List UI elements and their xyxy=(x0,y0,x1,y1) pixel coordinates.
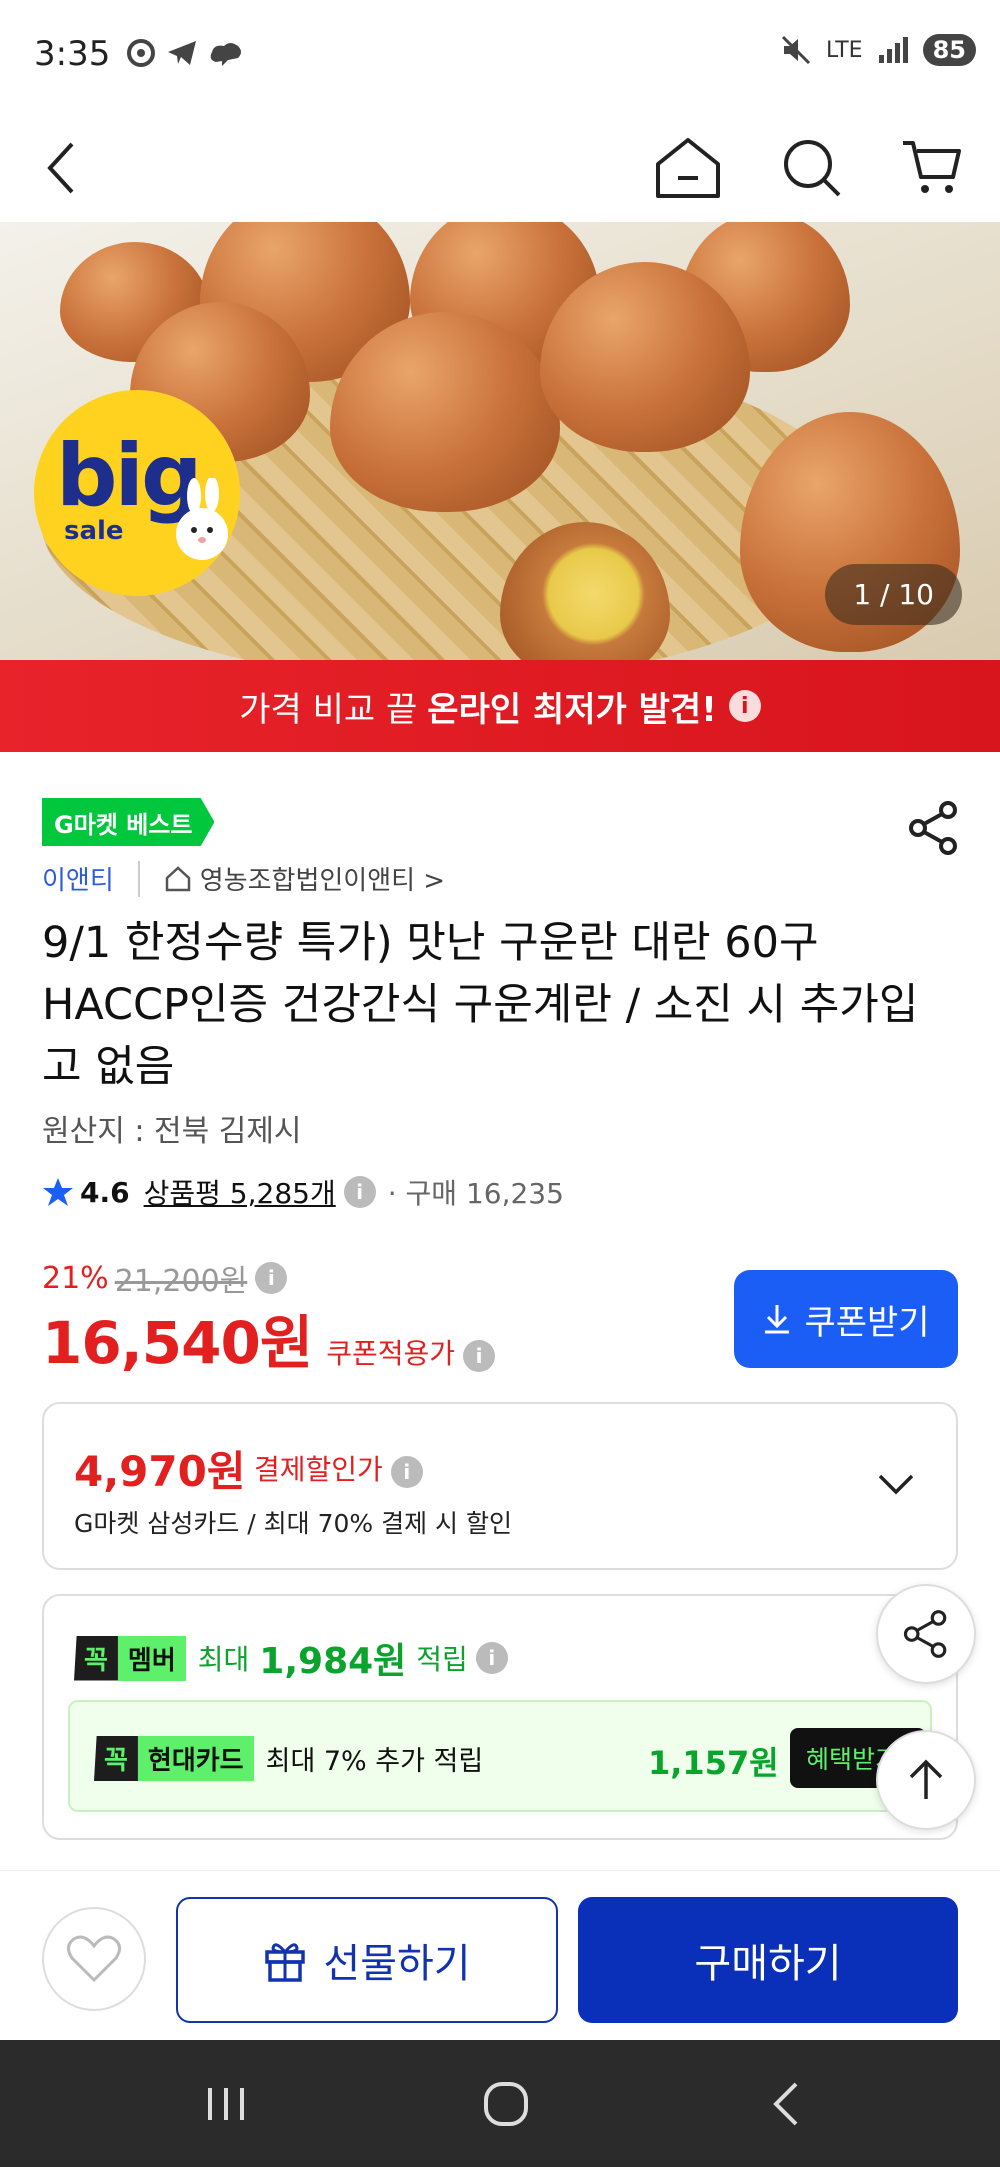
divider xyxy=(137,860,140,897)
card-kk-tag: 꼭 xyxy=(94,1736,138,1781)
big-sale-subtitle: sale xyxy=(64,516,124,546)
membership-box: 꼭 멤버 최대 1,984원 적립 i 꼭 현대카드 최대 7% 추가 적립 1… xyxy=(42,1594,958,1840)
home-icon xyxy=(656,138,720,198)
payment-discount-box[interactable]: 4,970원 결제할인가 i G마켓 삼성카드 / 최대 70% 결제 시 할인 xyxy=(42,1402,958,1570)
status-right: LTE 85 xyxy=(780,34,976,66)
coupon-button[interactable]: 쿠폰받기 xyxy=(734,1270,958,1368)
scroll-top-button[interactable] xyxy=(876,1730,976,1830)
discount-percent: 21% xyxy=(42,1260,109,1296)
payment-discount-price: 4,970원 xyxy=(74,1447,246,1496)
membership-suffix: 적립 xyxy=(416,1643,468,1676)
payment-info-icon[interactable]: i xyxy=(390,1456,423,1488)
image-counter: 1 / 10 xyxy=(825,564,962,625)
product-image-carousel[interactable]: big sale 1 / 10 xyxy=(0,222,1000,660)
search-button[interactable] xyxy=(774,130,850,206)
home-button[interactable] xyxy=(650,130,726,206)
arrow-up-icon xyxy=(909,1759,943,1799)
system-nav-bar xyxy=(0,2040,1000,2167)
rating-row: 4.6 상품평 5,285개 i · 구매 16,235 xyxy=(42,1172,564,1212)
coupon-price-info-icon[interactable]: i xyxy=(463,1340,495,1372)
card-name-tag: 현대카드 xyxy=(137,1736,254,1781)
shop-home-icon xyxy=(165,865,191,891)
back-icon xyxy=(47,142,74,194)
cloud-icon xyxy=(210,43,241,66)
purchase-count: · 구매 16,235 xyxy=(387,1177,564,1210)
shop-link[interactable]: 영농조합법인이앤티 > xyxy=(164,860,445,897)
price-row: 16,540원 쿠폰적용가 i xyxy=(42,1296,495,1380)
share-button[interactable] xyxy=(906,800,962,856)
lowest-price-banner[interactable]: 가격 비교 끝 온라인 최저가 발견! i xyxy=(0,660,1000,752)
gift-button[interactable]: 선물하기 xyxy=(176,1897,558,2023)
chrome-icon xyxy=(127,39,155,67)
status-bar: 3:35 LTE 85 xyxy=(0,0,1000,112)
cart-icon xyxy=(903,141,961,193)
seller-name[interactable]: 이앤티 xyxy=(42,860,114,897)
battery-level: 85 xyxy=(922,34,976,66)
seller-row: 이앤티 영농조합법인이앤티 > xyxy=(42,860,445,897)
coupon-price-label: 쿠폰적용가 xyxy=(326,1337,455,1370)
back-button[interactable] xyxy=(24,130,100,206)
shop-name: 영농조합법인이앤티 > xyxy=(199,866,446,896)
search-icon xyxy=(784,140,841,197)
membership-prefix: 최대 xyxy=(197,1643,250,1676)
recent-apps-button[interactable] xyxy=(196,2074,256,2134)
kk-tag: 꼭 xyxy=(74,1635,118,1681)
top-nav xyxy=(0,112,1000,222)
membership-amount: 1,984원 xyxy=(259,1641,407,1682)
cart-button[interactable] xyxy=(894,130,970,206)
floating-share-button[interactable] xyxy=(876,1584,976,1684)
reviews-link[interactable]: 상품평 5,285개 xyxy=(144,1172,336,1212)
price-info-icon[interactable]: i xyxy=(255,1262,288,1294)
gift-icon xyxy=(265,1943,306,1982)
telegram-icon xyxy=(168,41,196,65)
hyundai-card-box: 꼭 현대카드 최대 7% 추가 적립 1,157원 혜택받기 xyxy=(68,1700,932,1812)
banner-text: 가격 비교 끝 xyxy=(239,689,418,730)
payment-discount-desc: G마켓 삼성카드 / 최대 70% 결제 시 할인 xyxy=(74,1509,512,1538)
download-icon xyxy=(765,1305,790,1334)
gift-button-label: 선물하기 xyxy=(323,1941,471,1987)
back-nav-button[interactable] xyxy=(756,2074,816,2134)
recent-apps-icon xyxy=(208,2088,244,2120)
home-circle-icon xyxy=(484,2082,528,2126)
notification-icons xyxy=(126,38,244,68)
card-desc: 최대 7% 추가 적립 xyxy=(265,1746,484,1777)
share-icon xyxy=(903,1610,947,1658)
discount-row: 21% 21,200원 i xyxy=(42,1256,288,1300)
membership-row: 꼭 멤버 최대 1,984원 적립 i xyxy=(74,1632,508,1684)
bunny-icon xyxy=(176,478,228,560)
product-origin: 원산지 : 전북 김제시 xyxy=(42,1114,302,1149)
buy-button[interactable]: 구매하기 xyxy=(578,1897,958,2023)
original-price: 21,200원 xyxy=(114,1264,248,1299)
banner-info-icon[interactable]: i xyxy=(728,690,761,722)
home-nav-button[interactable] xyxy=(476,2074,536,2134)
chevron-down-icon[interactable] xyxy=(874,1462,918,1506)
member-tag: 멤버 xyxy=(117,1635,186,1681)
reviews-info-icon[interactable]: i xyxy=(343,1176,376,1208)
card-amount: 1,157원 xyxy=(648,1744,779,1782)
back-nav-icon xyxy=(773,2082,798,2126)
coupon-price: 16,540원 xyxy=(42,1309,313,1377)
card-row: 꼭 현대카드 최대 7% 추가 적립 xyxy=(94,1736,483,1781)
bottom-action-bar: 선물하기 구매하기 xyxy=(0,1870,1000,2040)
network-label: LTE xyxy=(826,37,863,63)
wishlist-button[interactable] xyxy=(42,1907,146,2011)
share-icon xyxy=(909,801,957,855)
product-title: 9/1 한정수량 특가) 맛난 구운란 대란 60구 HACCP인증 건강간식 … xyxy=(42,918,919,1092)
big-sale-badge: big sale xyxy=(34,390,240,596)
banner-highlight: 온라인 최저가 발견! xyxy=(427,689,717,730)
status-time: 3:35 xyxy=(34,34,111,74)
membership-info-icon[interactable]: i xyxy=(475,1642,508,1674)
mute-icon xyxy=(781,35,811,65)
heart-icon xyxy=(67,1935,121,1983)
payment-discount-label: 결제할인가 i xyxy=(254,1448,423,1488)
gmarket-best-badge: G마켓 베스트 xyxy=(42,798,215,846)
signal-icon xyxy=(878,37,908,63)
star-icon xyxy=(43,1178,73,1206)
rating-value: 4.6 xyxy=(80,1175,130,1209)
coupon-button-label: 쿠폰받기 xyxy=(804,1302,930,1343)
